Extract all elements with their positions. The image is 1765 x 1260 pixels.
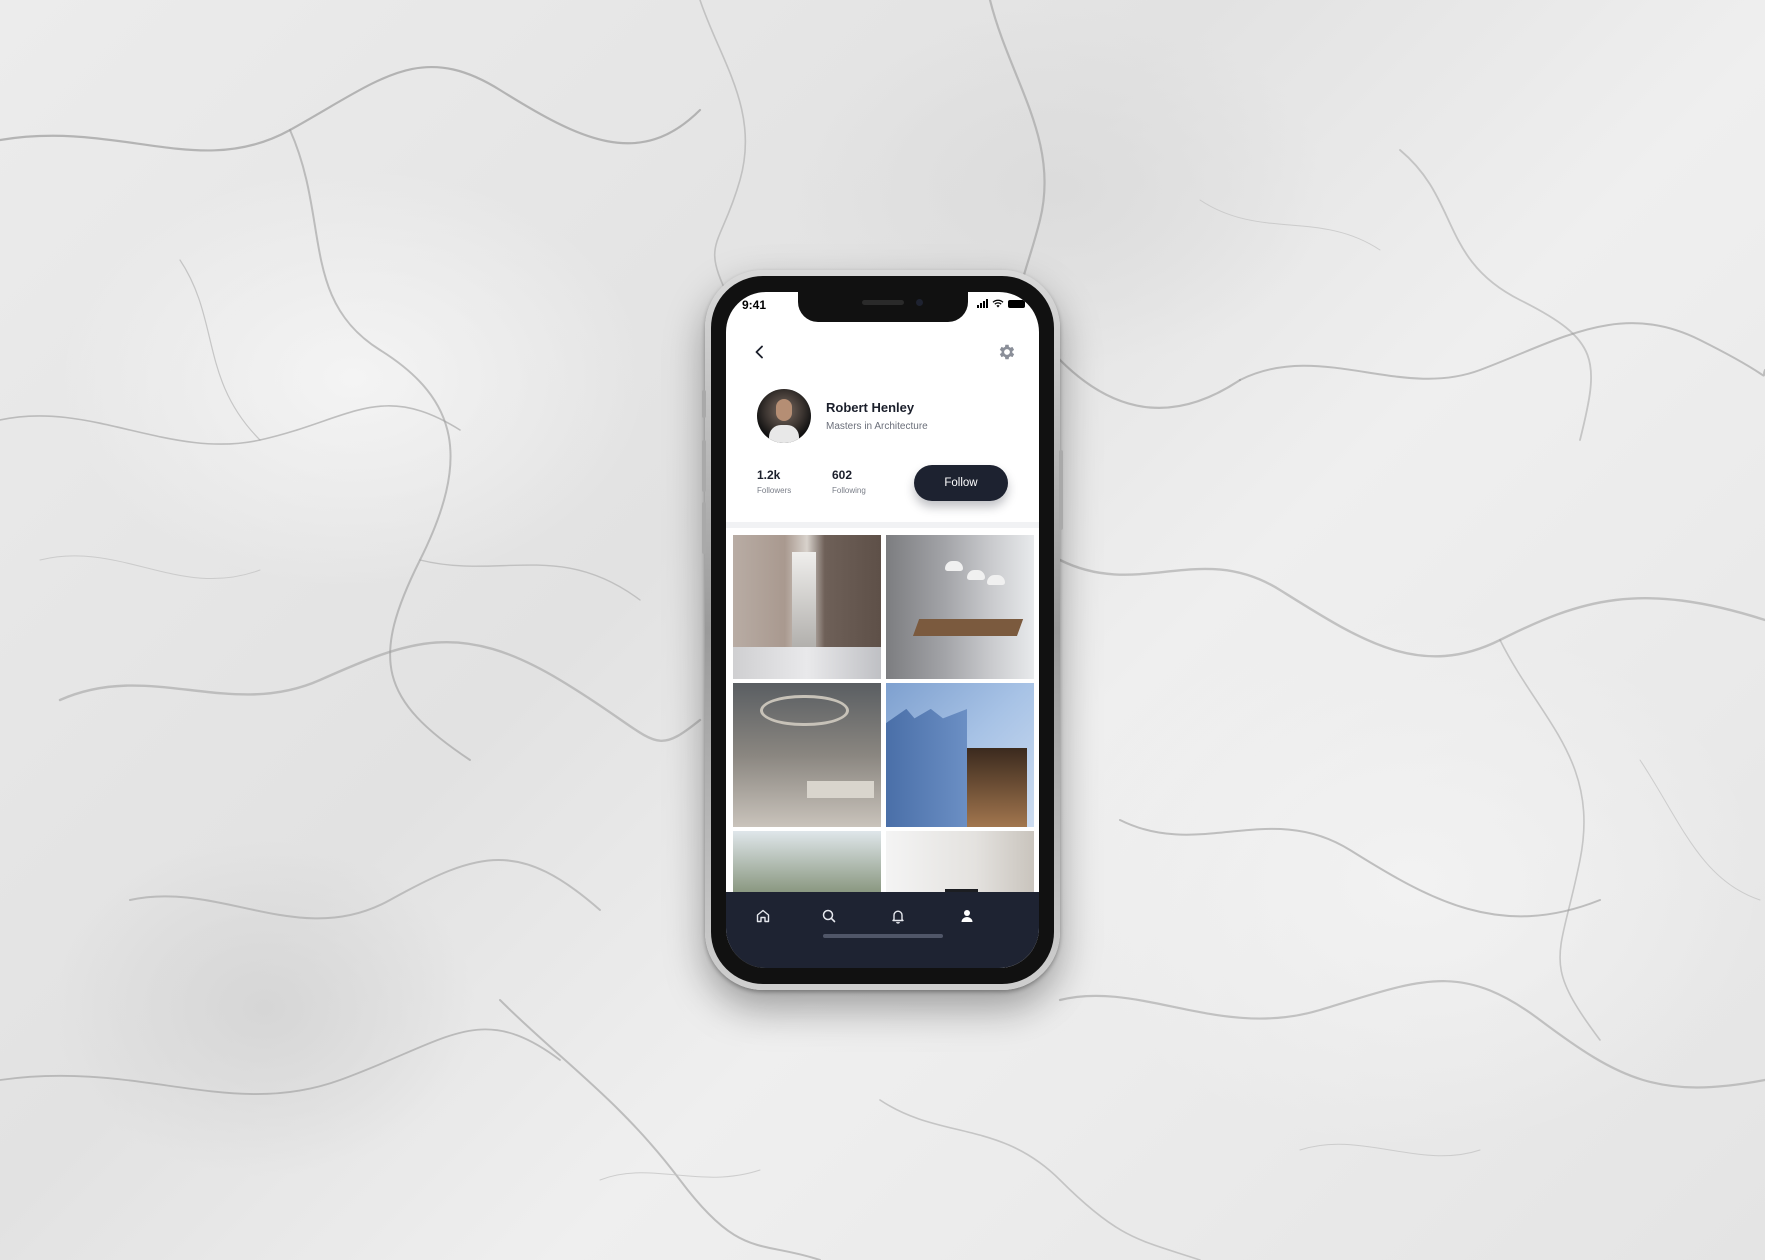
status-time: 9:41 <box>742 298 767 312</box>
profile-name: Robert Henley <box>826 400 915 415</box>
ring-light <box>759 694 849 727</box>
marble-column <box>792 552 816 648</box>
gear-icon <box>999 344 1015 360</box>
status-icons <box>977 299 1025 308</box>
followers-count: 1.2k <box>757 468 781 482</box>
wifi-icon <box>992 299 1004 308</box>
following-count: 602 <box>832 468 853 482</box>
following-label: Following <box>832 486 866 495</box>
followers-label: Followers <box>757 486 792 495</box>
back-button[interactable] <box>746 338 774 366</box>
photo-tile-interior-marble-hallway[interactable] <box>733 535 881 679</box>
pendant-lamp <box>986 575 1005 586</box>
speaker <box>862 300 904 305</box>
mute-switch <box>702 390 706 418</box>
pendant-lamp <box>945 560 964 571</box>
dining-table <box>912 618 1023 636</box>
sofa <box>807 780 874 799</box>
marble-floor <box>733 647 881 679</box>
tab-bar <box>726 892 1039 968</box>
photo-tile-blue-facade-exterior[interactable] <box>886 683 1034 827</box>
tab-profile[interactable] <box>953 904 981 928</box>
following-stat[interactable]: 602 Following <box>832 468 866 495</box>
facade-wall <box>886 708 968 827</box>
bell-icon <box>892 910 904 924</box>
search-icon <box>822 909 836 923</box>
avatar[interactable] <box>757 389 811 443</box>
chevron-left-icon <box>755 345 763 359</box>
phone-mockup: 9:41 Robert Henley Masters in Architectu… <box>702 270 1063 990</box>
avatar-shirt <box>769 425 799 443</box>
tab-home[interactable] <box>749 904 777 928</box>
battery-icon <box>1008 299 1025 308</box>
app-screen: 9:41 Robert Henley Masters in Architectu… <box>726 292 1039 968</box>
settings-button[interactable] <box>993 338 1021 366</box>
follow-button[interactable]: Follow <box>914 465 1008 501</box>
home-indicator <box>823 934 943 938</box>
followers-stat[interactable]: 1.2k Followers <box>757 468 791 495</box>
signal-icon <box>977 299 988 308</box>
power-button <box>1059 450 1063 530</box>
user-icon <box>961 910 973 922</box>
volume-up-button <box>702 440 706 492</box>
profile-subtitle: Masters in Architecture <box>826 421 928 432</box>
pendant-lamp <box>967 569 986 580</box>
photo-tile-living-room-ring-light[interactable] <box>733 683 881 827</box>
front-camera <box>916 299 923 306</box>
lit-room <box>967 747 1027 827</box>
section-divider <box>726 522 1039 528</box>
notch <box>798 292 968 322</box>
tab-notifications[interactable] <box>884 904 912 928</box>
home-icon <box>756 909 770 923</box>
volume-down-button <box>702 502 706 554</box>
tab-search[interactable] <box>815 904 843 928</box>
avatar-head <box>776 399 792 421</box>
photo-tile-dining-room-pendants[interactable] <box>886 535 1034 679</box>
